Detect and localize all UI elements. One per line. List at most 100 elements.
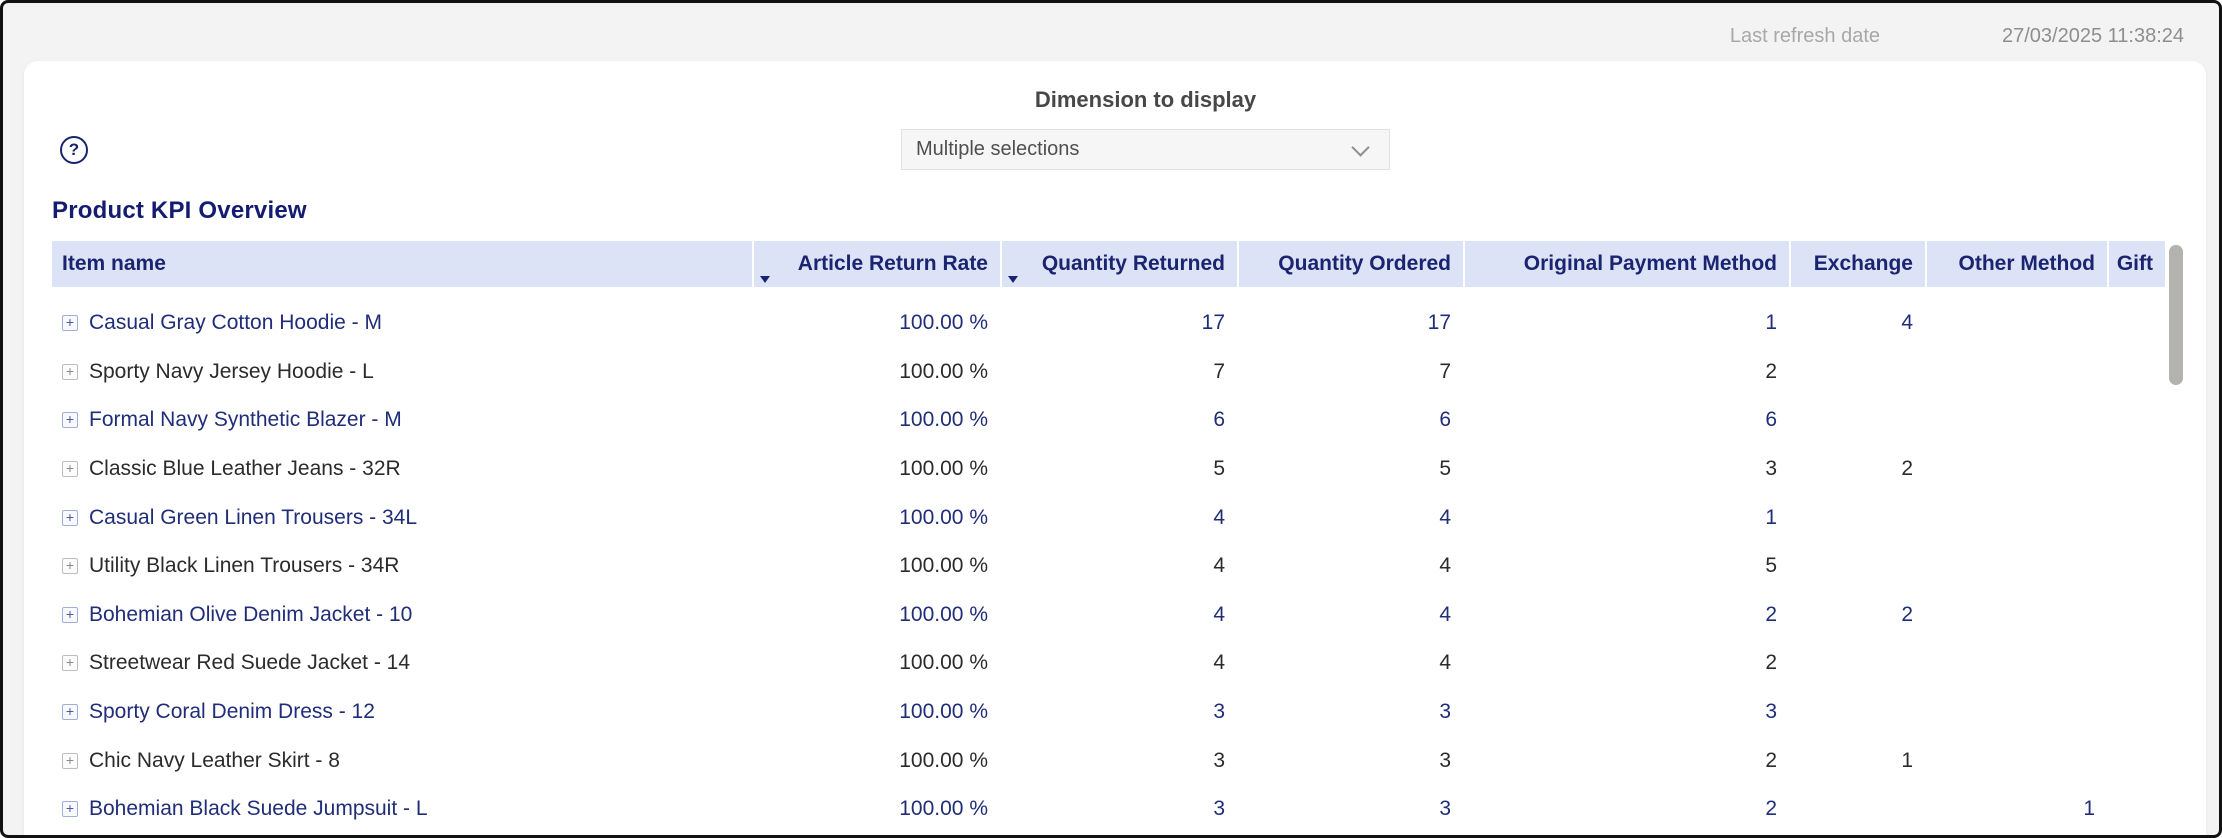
table-row[interactable]: + Casual Gray Cotton Hoodie - M 100.00 %…	[52, 299, 2165, 348]
cell-payment-method: 2	[1765, 797, 1777, 821]
cell-qty-ordered: 3	[1439, 700, 1451, 724]
cell-qty-ordered: 4	[1439, 554, 1451, 578]
column-header-other-method[interactable]: Other Method	[1925, 241, 2107, 287]
cell-payment-method: 1	[1765, 311, 1777, 335]
item-name-label: Sporty Coral Denim Dress - 12	[89, 700, 375, 724]
item-name-label: Utility Black Linen Trousers - 34R	[89, 554, 400, 578]
app-window: Last refresh date 27/03/2025 11:38:24 Di…	[0, 0, 2222, 838]
column-header-article-return-rate[interactable]: Article Return Rate	[752, 241, 1000, 287]
cell-qty-returned: 4	[1213, 651, 1225, 675]
cell-qty-ordered: 4	[1439, 505, 1451, 529]
chevron-down-icon	[1351, 138, 1370, 157]
cell-payment-method: 5	[1765, 554, 1777, 578]
cell-payment-method: 1	[1765, 505, 1777, 529]
cell-other-method: 1	[2083, 797, 2095, 821]
cell-exchange: 2	[1901, 602, 1913, 626]
cell-item-name[interactable]: + Utility Black Linen Trousers - 34R	[52, 554, 752, 578]
expand-icon[interactable]: +	[62, 509, 78, 526]
item-name-label: Classic Blue Leather Jeans - 32R	[89, 457, 401, 481]
kpi-table: Item name Article Return Rate Quantity R…	[52, 241, 2165, 834]
table-body: + Casual Gray Cotton Hoodie - M 100.00 %…	[52, 299, 2165, 834]
cell-payment-method: 2	[1765, 359, 1777, 383]
expand-icon[interactable]: +	[62, 801, 78, 818]
cell-qty-returned: 3	[1213, 700, 1225, 724]
expand-icon[interactable]: +	[62, 704, 78, 721]
cell-return-rate: 100.00 %	[899, 700, 988, 724]
cell-item-name[interactable]: + Sporty Coral Denim Dress - 12	[52, 700, 752, 724]
table-header-row: Item name Article Return Rate Quantity R…	[52, 241, 2165, 287]
last-refresh-value: 27/03/2025 11:38:24	[2001, 25, 2184, 47]
item-name-label: Formal Navy Synthetic Blazer - M	[89, 408, 402, 432]
cell-item-name[interactable]: + Bohemian Black Suede Jumpsuit - L	[52, 797, 752, 821]
table-title: Product KPI Overview	[52, 197, 307, 224]
dimension-dropdown[interactable]: Multiple selections	[901, 129, 1390, 170]
table-row[interactable]: + Formal Navy Synthetic Blazer - M 100.0…	[52, 396, 2165, 445]
cell-payment-method: 2	[1765, 651, 1777, 675]
cell-qty-returned: 6	[1213, 408, 1225, 432]
cell-return-rate: 100.00 %	[899, 554, 988, 578]
expand-icon[interactable]: +	[62, 412, 78, 429]
cell-qty-returned: 3	[1213, 797, 1225, 821]
column-header-quantity-returned[interactable]: Quantity Returned	[1000, 241, 1237, 287]
cell-return-rate: 100.00 %	[899, 505, 988, 529]
cell-item-name[interactable]: + Sporty Navy Jersey Hoodie - L	[52, 360, 752, 384]
column-header-exchange[interactable]: Exchange	[1789, 241, 1925, 287]
expand-icon[interactable]: +	[62, 363, 78, 380]
cell-exchange: 1	[1901, 748, 1913, 772]
cell-payment-method: 6	[1765, 408, 1777, 432]
column-header-quantity-ordered[interactable]: Quantity Ordered	[1237, 241, 1463, 287]
cell-return-rate: 100.00 %	[899, 748, 988, 772]
table-row[interactable]: + Bohemian Olive Denim Jacket - 10 100.0…	[52, 591, 2165, 640]
cell-qty-returned: 4	[1213, 554, 1225, 578]
cell-item-name[interactable]: + Chic Navy Leather Skirt - 8	[52, 749, 752, 773]
item-name-label: Sporty Navy Jersey Hoodie - L	[89, 359, 374, 383]
table-row[interactable]: + Bohemian Black Suede Jumpsuit - L 100.…	[52, 785, 2165, 834]
cell-exchange: 2	[1901, 457, 1913, 481]
expand-icon[interactable]: +	[62, 558, 78, 575]
expand-icon[interactable]: +	[62, 606, 78, 623]
item-name-label: Chic Navy Leather Skirt - 8	[89, 748, 340, 772]
table-row[interactable]: + Streetwear Red Suede Jacket - 14 100.0…	[52, 639, 2165, 688]
sort-descending-icon	[760, 276, 770, 283]
table-row[interactable]: + Sporty Coral Denim Dress - 12 100.00 %…	[52, 688, 2165, 737]
column-header-gift[interactable]: Gift	[2107, 241, 2165, 287]
dashboard-card: Dimension to display Multiple selections…	[24, 61, 2206, 835]
table-row[interactable]: + Utility Black Linen Trousers - 34R 100…	[52, 542, 2165, 591]
cell-return-rate: 100.00 %	[899, 651, 988, 675]
vertical-scrollbar-thumb[interactable]	[2169, 245, 2183, 385]
expand-icon[interactable]: +	[62, 461, 78, 478]
cell-qty-ordered: 17	[1427, 311, 1451, 335]
cell-qty-ordered: 6	[1439, 408, 1451, 432]
cell-qty-ordered: 3	[1439, 797, 1451, 821]
cell-return-rate: 100.00 %	[899, 408, 988, 432]
column-header-item-name[interactable]: Item name	[52, 241, 752, 287]
expand-icon[interactable]: +	[62, 655, 78, 672]
cell-qty-returned: 3	[1213, 748, 1225, 772]
table-row[interactable]: + Classic Blue Leather Jeans - 32R 100.0…	[52, 445, 2165, 494]
column-header-original-payment-method[interactable]: Original Payment Method	[1463, 241, 1789, 287]
cell-return-rate: 100.00 %	[899, 311, 988, 335]
table-row[interactable]: + Chic Navy Leather Skirt - 8 100.00 % 3 3…	[52, 736, 2165, 785]
cell-qty-ordered: 3	[1439, 748, 1451, 772]
cell-qty-returned: 4	[1213, 505, 1225, 529]
item-name-label: Bohemian Olive Denim Jacket - 10	[89, 602, 413, 626]
cell-qty-returned: 17	[1201, 311, 1225, 335]
expand-icon[interactable]: +	[62, 752, 78, 769]
cell-qty-returned: 4	[1213, 602, 1225, 626]
cell-item-name[interactable]: + Formal Navy Synthetic Blazer - M	[52, 408, 752, 432]
cell-item-name[interactable]: + Classic Blue Leather Jeans - 32R	[52, 457, 752, 481]
cell-item-name[interactable]: + Bohemian Olive Denim Jacket - 10	[52, 603, 752, 627]
sort-descending-icon	[1008, 276, 1018, 283]
cell-item-name[interactable]: + Casual Green Linen Trousers - 34L	[52, 506, 752, 530]
table-row[interactable]: + Casual Green Linen Trousers - 34L 100.…	[52, 493, 2165, 542]
cell-return-rate: 100.00 %	[899, 797, 988, 821]
cell-item-name[interactable]: + Streetwear Red Suede Jacket - 14	[52, 651, 752, 675]
table-row[interactable]: + Sporty Navy Jersey Hoodie - L 100.00 %…	[52, 348, 2165, 397]
cell-item-name[interactable]: + Casual Gray Cotton Hoodie - M	[52, 311, 752, 335]
dimension-dropdown-value: Multiple selections	[916, 138, 1080, 160]
cell-return-rate: 100.00 %	[899, 457, 988, 481]
item-name-label: Casual Green Linen Trousers - 34L	[89, 505, 418, 529]
cell-qty-ordered: 7	[1439, 359, 1451, 383]
help-icon[interactable]: ?	[60, 136, 88, 164]
expand-icon[interactable]: +	[62, 315, 78, 332]
